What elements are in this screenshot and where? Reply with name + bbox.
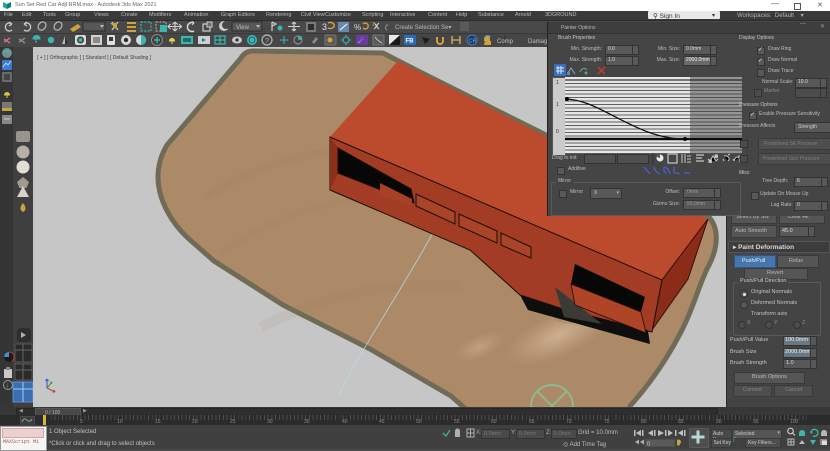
svg-text:3: 3: [322, 22, 327, 32]
svg-text:?: ?: [265, 38, 269, 45]
svg-text:☄: ☄: [358, 36, 364, 45]
svg-text:Comp: Comp: [497, 39, 514, 45]
svg-text:View: View: [236, 25, 250, 31]
svg-text:i: i: [7, 384, 8, 390]
svg-text:FB: FB: [406, 39, 415, 45]
svg-text:Create Selection Se▾: Create Selection Se▾: [395, 25, 451, 31]
svg-text:%: %: [354, 23, 361, 32]
svg-text:CR: CR: [469, 39, 477, 45]
svg-text:2: 2: [372, 22, 375, 28]
svg-text:(ʹ: (ʹ: [385, 23, 388, 31]
svg-text:0: 0: [647, 442, 650, 448]
